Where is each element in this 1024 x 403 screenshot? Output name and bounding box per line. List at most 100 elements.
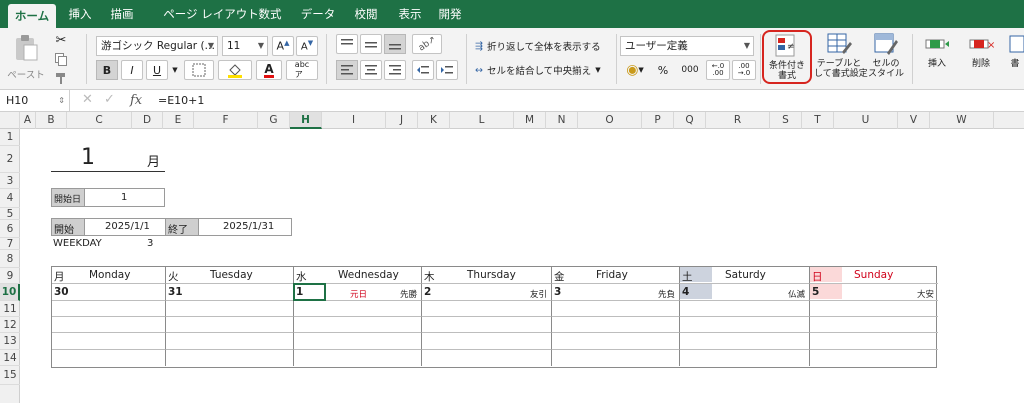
wrap-text-button[interactable]: ⇶ 折り返して全体を表示する <box>474 36 614 56</box>
italic-button[interactable]: I <box>121 60 143 80</box>
phonetic-button[interactable]: abc ア <box>286 60 318 80</box>
tab-developer[interactable]: 開発 <box>432 0 468 28</box>
column-header-t[interactable]: T <box>802 112 834 129</box>
calendar-empty-cell[interactable] <box>680 317 810 333</box>
column-header-r[interactable]: R <box>706 112 770 129</box>
calendar-header-cell[interactable]: 木 Thursday <box>422 267 552 284</box>
column-header-h[interactable]: H <box>290 112 322 129</box>
column-header-g[interactable]: G <box>258 112 290 129</box>
decrease-indent-button[interactable] <box>412 60 434 80</box>
start-day-label-cell[interactable]: 開始日 <box>51 188 85 207</box>
calendar-empty-cell[interactable] <box>422 350 552 366</box>
tab-view[interactable]: 表示 <box>392 0 428 28</box>
paste-button[interactable]: ペースト <box>6 32 46 86</box>
align-right-button[interactable] <box>384 60 406 80</box>
start-date-cell[interactable]: 2025/1/1 <box>84 218 166 236</box>
calendar-day-cell[interactable]: 2 友引 <box>422 284 552 301</box>
enter-icon[interactable]: ✓ <box>104 92 115 107</box>
calendar-empty-cell[interactable] <box>552 317 680 333</box>
row-header-13[interactable]: 13 <box>0 333 20 350</box>
fill-color-button[interactable] <box>218 60 252 80</box>
column-header-e[interactable]: E <box>163 112 194 129</box>
calendar-day-cell[interactable]: 30 <box>52 284 166 301</box>
column-header-f[interactable]: F <box>194 112 258 129</box>
calendar-empty-cell[interactable] <box>294 333 422 350</box>
calendar-header-cell[interactable]: 水 Wednesday <box>294 267 422 284</box>
row-header-8[interactable]: 8 <box>0 250 20 268</box>
align-top-button[interactable] <box>336 34 358 54</box>
calendar-day-cell[interactable]: 1 元日 先勝 <box>293 283 422 301</box>
row-header-12[interactable]: 12 <box>0 317 20 333</box>
increase-font-button[interactable]: A▲ <box>272 36 294 56</box>
end-date-cell[interactable]: 2025/1/31 <box>198 218 292 236</box>
orientation-button[interactable]: ab↗ <box>412 34 442 54</box>
font-color-button[interactable]: A <box>256 60 282 80</box>
font-size-dropdown[interactable]: 11 ▼ <box>222 36 268 56</box>
calendar-empty-cell[interactable] <box>52 350 166 366</box>
column-header-q[interactable]: Q <box>674 112 706 129</box>
copy-button[interactable] <box>52 49 70 69</box>
calendar-empty-cell[interactable] <box>680 301 810 317</box>
format-painter-button[interactable] <box>52 68 70 88</box>
border-button[interactable] <box>184 60 214 80</box>
column-header-m[interactable]: M <box>514 112 546 129</box>
column-header-s[interactable]: S <box>770 112 802 129</box>
tab-data[interactable]: データ <box>296 0 340 28</box>
tab-home[interactable]: ホーム <box>8 4 56 28</box>
column-header-d[interactable]: D <box>132 112 163 129</box>
increase-indent-button[interactable] <box>436 60 458 80</box>
column-header-l[interactable]: L <box>450 112 514 129</box>
calendar-empty-cell[interactable] <box>422 301 552 317</box>
bold-button[interactable]: B <box>96 60 118 80</box>
calendar-empty-cell[interactable] <box>166 333 294 350</box>
calendar-day-cell[interactable]: 5 大安 <box>810 284 938 301</box>
decrease-decimal-button[interactable]: .00 →.0 <box>732 60 756 80</box>
cell-styles-button[interactable]: セルの スタイル <box>862 32 910 79</box>
start-day-value-cell[interactable]: 1 <box>84 188 165 207</box>
worksheet[interactable]: 1 月 開始日 1 開始 2025/1/1 終了 2025/1/31 WEEKD… <box>21 129 1024 403</box>
name-box[interactable]: H10 ⇕ <box>0 90 70 112</box>
calendar-empty-cell[interactable] <box>810 333 938 350</box>
calendar-day-cell[interactable]: 3 先負 <box>552 284 680 301</box>
tab-draw[interactable]: 描画 <box>104 0 140 28</box>
format-cells-button[interactable]: 書 <box>1006 32 1024 69</box>
row-header-1[interactable]: 1 <box>0 129 20 146</box>
calendar-empty-cell[interactable] <box>166 301 294 317</box>
calendar-empty-cell[interactable] <box>552 350 680 366</box>
column-header-a[interactable]: A <box>20 112 36 129</box>
currency-button[interactable]: ◉ ▼ <box>620 60 650 80</box>
column-header-j[interactable]: J <box>386 112 418 129</box>
calendar-empty-cell[interactable] <box>552 301 680 317</box>
function-icon[interactable]: fx <box>130 90 142 112</box>
row-header-5[interactable]: 5 <box>0 208 20 220</box>
calendar-header-cell[interactable]: 日 Sunday <box>810 267 938 284</box>
calendar-empty-cell[interactable] <box>52 333 166 350</box>
align-middle-button[interactable] <box>360 34 382 54</box>
row-header-3[interactable]: 3 <box>0 173 20 189</box>
delete-cells-button[interactable]: × 削除 <box>960 32 1002 69</box>
column-header-p[interactable]: P <box>642 112 674 129</box>
calendar-header-cell[interactable]: 土 Saturdy <box>680 267 810 284</box>
cut-button[interactable]: ✂ <box>52 30 70 50</box>
column-header-o[interactable]: O <box>578 112 642 129</box>
column-header-v[interactable]: V <box>898 112 930 129</box>
row-header-15[interactable]: 15 <box>0 366 20 385</box>
row-header-11[interactable]: 11 <box>0 301 20 317</box>
row-header-2[interactable]: 2 <box>0 146 20 173</box>
calendar-empty-cell[interactable] <box>680 333 810 350</box>
calendar-empty-cell[interactable] <box>422 333 552 350</box>
row-header-9[interactable]: 9 <box>0 268 20 284</box>
underline-dropdown[interactable]: ▼ <box>170 60 180 80</box>
column-header-u[interactable]: U <box>834 112 898 129</box>
calendar-empty-cell[interactable] <box>680 350 810 366</box>
row-header-4[interactable]: 4 <box>0 189 20 208</box>
row-header-14[interactable]: 14 <box>0 350 20 366</box>
calendar-empty-cell[interactable] <box>294 301 422 317</box>
calendar-empty-cell[interactable] <box>552 333 680 350</box>
tab-insert[interactable]: 挿入 <box>62 0 98 28</box>
calendar-empty-cell[interactable] <box>422 317 552 333</box>
calendar-day-cell[interactable]: 4 仏滅 <box>680 284 810 301</box>
row-header-10[interactable]: 10 <box>0 284 20 301</box>
calendar-header-cell[interactable]: 金 Friday <box>552 267 680 284</box>
number-format-dropdown[interactable]: ユーザー定義 ▼ <box>620 36 754 56</box>
